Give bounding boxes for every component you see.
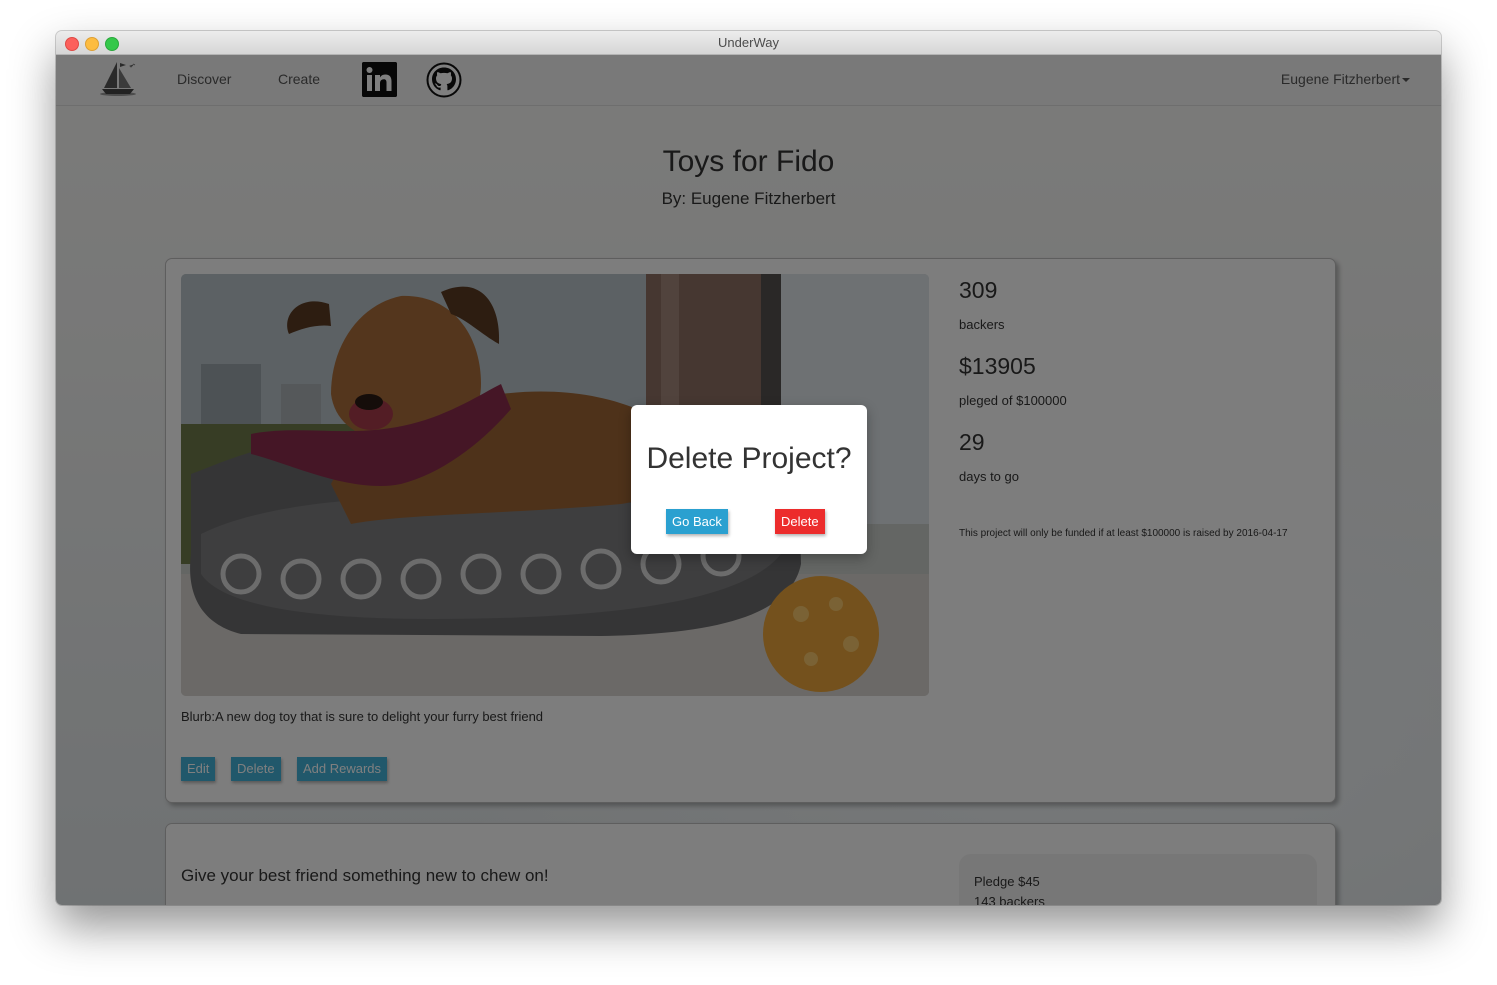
modal-title: Delete Project? (646, 442, 852, 475)
zoom-window-button[interactable] (105, 37, 119, 51)
confirm-delete-button[interactable]: Delete (775, 509, 825, 534)
delete-confirm-modal: Delete Project? Go Back Delete (631, 405, 867, 554)
close-window-button[interactable] (65, 37, 79, 51)
window-title: UnderWay (718, 35, 779, 50)
page-viewport: Discover Create Eugene Fitzherbert Toys … (56, 55, 1441, 905)
go-back-button[interactable]: Go Back (666, 509, 728, 534)
app-window: UnderWay Discover Create (56, 31, 1441, 905)
title-bar: UnderWay (56, 31, 1441, 55)
minimize-window-button[interactable] (85, 37, 99, 51)
